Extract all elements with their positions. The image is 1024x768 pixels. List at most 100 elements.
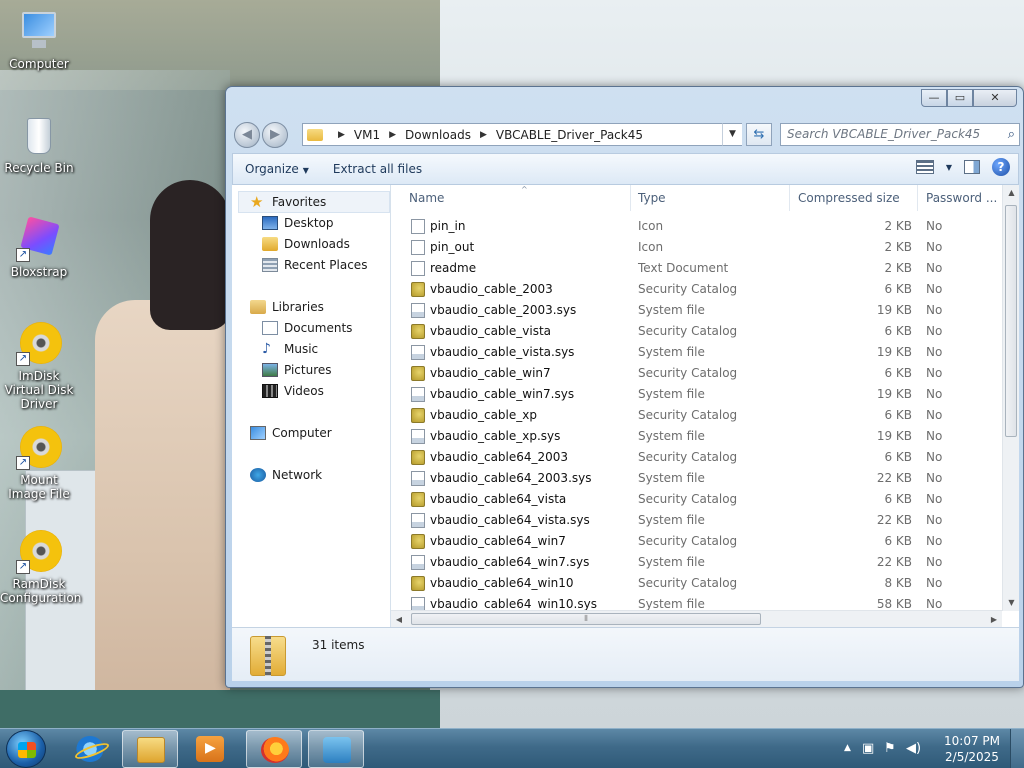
file-row[interactable]: vbaudio_cable_2003.sys System file 19 KB No bbox=[391, 300, 1001, 321]
search-input[interactable]: Search VBCABLE_Driver_Pack45 ⌕ bbox=[780, 123, 1020, 146]
nav-desktop[interactable]: Desktop bbox=[262, 213, 334, 233]
horizontal-scroll-thumb[interactable]: ⦀ bbox=[411, 613, 761, 625]
desktop-icon-imdisk[interactable]: ↗ ImDisk Virtual Disk Driver bbox=[0, 320, 78, 411]
preview-pane-icon[interactable] bbox=[964, 160, 980, 174]
nav-documents[interactable]: Documents bbox=[262, 318, 352, 338]
file-row[interactable]: vbaudio_cable_2003 Security Catalog 6 KB No bbox=[391, 279, 1001, 300]
nav-favorites[interactable]: ★ Favorites bbox=[250, 192, 326, 212]
nav-music[interactable]: ♪ Music bbox=[262, 339, 318, 359]
file-password: No bbox=[926, 408, 943, 422]
file-row[interactable]: vbaudio_cable64_win7 Security Catalog 6 KB… bbox=[391, 531, 1001, 552]
file-row[interactable]: vbaudio_cable_xp Security Catalog 6 KB No bbox=[391, 405, 1001, 426]
extract-all-files-button[interactable]: Extract all files bbox=[321, 162, 434, 176]
system-file-icon bbox=[411, 345, 425, 360]
taskbar-internet-explorer[interactable] bbox=[62, 730, 118, 768]
scroll-up-icon[interactable]: ▲ bbox=[1003, 185, 1019, 201]
file-row[interactable]: vbaudio_cable_xp.sys System file 19 KB No bbox=[391, 426, 1001, 447]
column-header-name[interactable]: ^ Name bbox=[401, 185, 631, 211]
nav-recent-places[interactable]: Recent Places bbox=[262, 255, 367, 275]
breadcrumb-item[interactable]: VM1 bbox=[354, 128, 380, 142]
file-password: No bbox=[926, 429, 943, 443]
clock[interactable]: 10:07 PM 2/5/2025 bbox=[944, 733, 1000, 765]
file-row[interactable]: vbaudio_cable_vista Security Catalog 6 KB N… bbox=[391, 321, 1001, 342]
file-row[interactable]: vbaudio_cable64_win7.sys System file 22 KB… bbox=[391, 552, 1001, 573]
wallpaper-floor bbox=[0, 690, 440, 728]
nav-network[interactable]: Network bbox=[250, 465, 322, 485]
desktop-icon-mount-image[interactable]: ↗ Mount Image File bbox=[0, 424, 78, 501]
address-bar[interactable]: ▶ VM1 ▶ Downloads ▶ VBCABLE_Driver_Pack4… bbox=[302, 123, 742, 146]
forward-button[interactable]: ▶ bbox=[262, 122, 288, 148]
file-password: No bbox=[926, 282, 943, 296]
file-password: No bbox=[926, 324, 943, 338]
nav-libraries[interactable]: Libraries bbox=[250, 297, 324, 317]
start-button[interactable] bbox=[6, 730, 46, 768]
view-options-chevron-icon[interactable]: ▼ bbox=[946, 163, 952, 172]
file-row[interactable]: vbaudio_cable64_2003 Security Catalog 6 KB… bbox=[391, 447, 1001, 468]
desktop-icon-ramdisk[interactable]: ↗ RamDisk Configuration bbox=[0, 528, 81, 605]
back-button[interactable]: ◀ bbox=[234, 122, 260, 148]
file-name: vbaudio_cable_win7.sys bbox=[430, 387, 575, 401]
taskbar-dolphin[interactable] bbox=[308, 730, 364, 768]
nav-label: Libraries bbox=[272, 300, 324, 314]
show-desktop-button[interactable] bbox=[1010, 729, 1024, 768]
breadcrumb-chevron-icon: ▶ bbox=[338, 129, 345, 140]
change-view-icon[interactable] bbox=[915, 160, 934, 174]
minimize-button[interactable]: — bbox=[921, 89, 947, 107]
desktop-icon-recycle-bin[interactable]: Recycle Bin bbox=[0, 112, 78, 175]
file-row[interactable]: readme Text Document 2 KB No bbox=[391, 258, 1001, 279]
vertical-scroll-thumb[interactable] bbox=[1005, 205, 1017, 437]
action-center-flag-icon[interactable]: ⚑ bbox=[884, 741, 896, 756]
column-header-type[interactable]: Type bbox=[630, 185, 790, 211]
help-icon[interactable]: ? bbox=[992, 158, 1010, 176]
network-status-icon[interactable]: ▣ bbox=[862, 741, 874, 756]
taskbar-windows-explorer[interactable] bbox=[122, 730, 178, 768]
desktop-icon-label: Recycle Bin bbox=[4, 161, 74, 175]
file-row[interactable]: vbaudio_cable64_vista.sys System file 22 K… bbox=[391, 510, 1001, 531]
system-file-icon bbox=[411, 387, 425, 402]
taskbar-firefox[interactable] bbox=[246, 730, 302, 768]
show-hidden-icons-icon[interactable]: ▲ bbox=[844, 743, 851, 753]
media-player-icon bbox=[196, 736, 224, 762]
file-row[interactable]: vbaudio_cable64_win10 Security Catalog 8 K… bbox=[391, 573, 1001, 594]
taskbar-media-player[interactable] bbox=[182, 730, 238, 768]
navigation-row: ◀ ▶ ▶ VM1 ▶ Downloads ▶ VBCABLE_Driver_P… bbox=[232, 119, 1020, 149]
close-button[interactable]: ✕ bbox=[973, 89, 1017, 107]
file-name: vbaudio_cable_win7 bbox=[430, 366, 551, 380]
security-catalog-icon bbox=[411, 450, 425, 465]
nav-label: Downloads bbox=[284, 237, 350, 251]
file-row[interactable]: vbaudio_cable_win7.sys System file 19 KB No bbox=[391, 384, 1001, 405]
organize-button[interactable]: Organize ▼ bbox=[233, 162, 321, 176]
column-header-password[interactable]: Password ... bbox=[918, 185, 1002, 211]
recent-places-icon bbox=[262, 258, 278, 272]
zipper-icon bbox=[265, 636, 271, 676]
internet-explorer-icon bbox=[76, 736, 104, 762]
file-row[interactable]: pin_in Icon 2 KB No bbox=[391, 216, 1001, 237]
search-icon[interactable]: ⌕ bbox=[1008, 124, 1015, 145]
maximize-button[interactable]: ▭ bbox=[947, 89, 973, 107]
nav-computer[interactable]: Computer bbox=[250, 423, 332, 443]
column-header-compressed-size[interactable]: Compressed size bbox=[790, 185, 918, 211]
file-row[interactable]: vbaudio_cable64_2003.sys System file 22 KB… bbox=[391, 468, 1001, 489]
desktop-icon-computer[interactable]: Computer bbox=[0, 8, 78, 71]
file-row[interactable]: pin_out Icon 2 KB No bbox=[391, 237, 1001, 258]
file-password: No bbox=[926, 261, 943, 275]
breadcrumb-item[interactable]: VBCABLE_Driver_Pack45 bbox=[496, 128, 643, 142]
file-row[interactable]: vbaudio_cable_vista.sys System file 19 KB N… bbox=[391, 342, 1001, 363]
refresh-button[interactable]: ⇆ bbox=[746, 123, 772, 146]
volume-icon[interactable]: ◀) bbox=[906, 741, 921, 756]
desktop-icon-bloxstrap[interactable]: ↗ Bloxstrap bbox=[0, 216, 78, 279]
firefox-icon bbox=[261, 737, 289, 763]
nav-videos[interactable]: Videos bbox=[262, 381, 324, 401]
file-row[interactable]: vbaudio_cable_win7 Security Catalog 6 KB No bbox=[391, 363, 1001, 384]
horizontal-scrollbar[interactable]: ◀ ⦀ ▶ bbox=[391, 610, 1002, 627]
scroll-left-icon[interactable]: ◀ bbox=[391, 611, 407, 627]
scroll-right-icon[interactable]: ▶ bbox=[986, 611, 1002, 627]
file-row[interactable]: vbaudio_cable64_vista Security Catalog 6 K… bbox=[391, 489, 1001, 510]
vertical-scrollbar[interactable]: ▲ ▼ bbox=[1002, 185, 1019, 611]
nav-pictures[interactable]: Pictures bbox=[262, 360, 332, 380]
breadcrumb-chevron-icon: ▶ bbox=[389, 129, 397, 140]
address-dropdown-button[interactable]: ▼ bbox=[722, 123, 742, 146]
nav-downloads[interactable]: Downloads bbox=[262, 234, 350, 254]
scroll-down-icon[interactable]: ▼ bbox=[1003, 595, 1019, 611]
breadcrumb-item[interactable]: Downloads bbox=[405, 128, 471, 142]
